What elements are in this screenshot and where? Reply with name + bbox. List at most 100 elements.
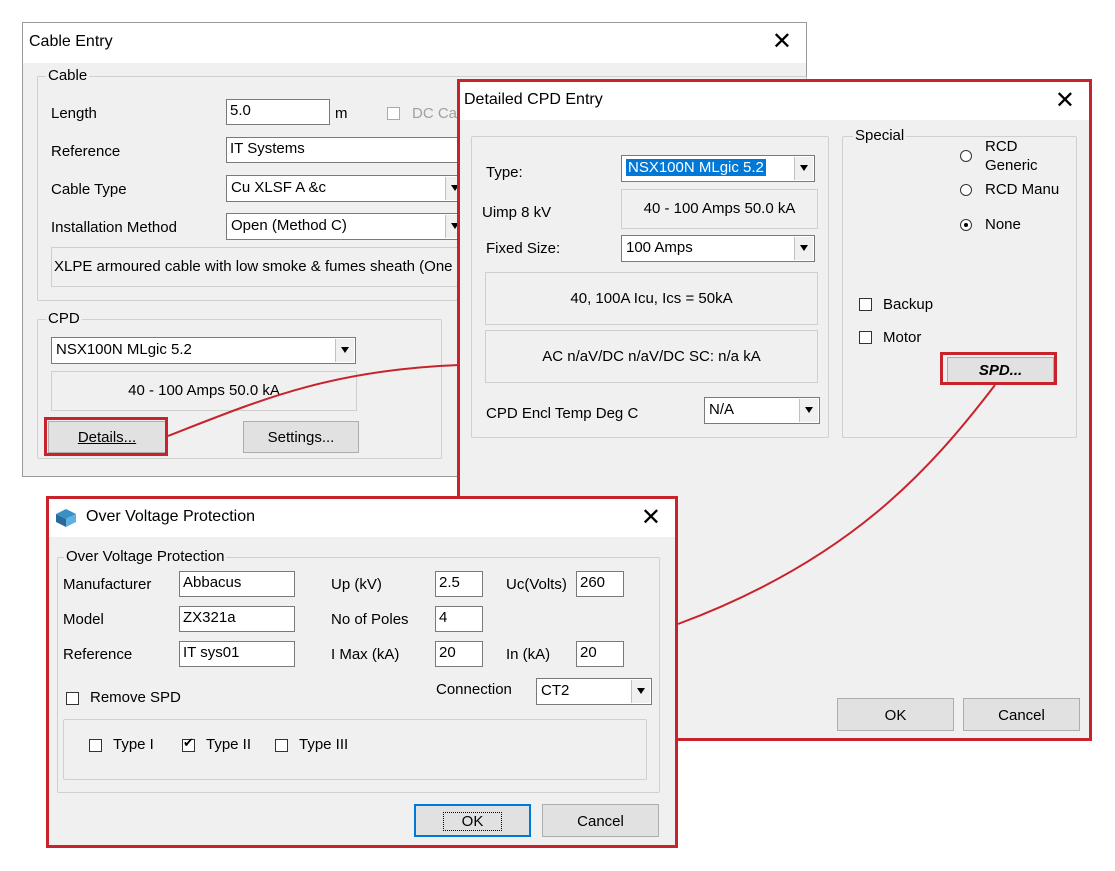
cpd-value: NSX100N MLgic 5.2	[56, 341, 192, 358]
in-input[interactable]: 20	[576, 641, 624, 667]
ok-button[interactable]: OK	[837, 698, 954, 731]
cpd-rating-panel: 40 - 100 Amps 50.0 kA	[51, 371, 357, 411]
ovp-titlebar: Over Voltage Protection ✕	[49, 499, 675, 537]
type-1-checkbox[interactable]	[89, 739, 102, 752]
detailed-cpd-title: Detailed CPD Entry	[464, 91, 603, 108]
cpd-group-label: CPD	[46, 310, 82, 327]
type-2-checkbox[interactable]	[182, 736, 195, 752]
details-highlight	[44, 417, 168, 456]
cable-type-label: Cable Type	[51, 181, 127, 198]
remove-spd-label: Remove SPD	[90, 689, 181, 706]
rcd-manu-label: RCD Manu	[985, 181, 1060, 198]
cancel-button[interactable]: Cancel	[542, 804, 659, 837]
uc-label: Uc(Volts)	[506, 576, 567, 593]
uc-input[interactable]: 260	[576, 571, 624, 597]
special-group-label: Special	[853, 127, 907, 144]
cable-group-label: Cable	[46, 67, 90, 84]
dc-cable-label: DC Ca	[412, 105, 458, 122]
manufacturer-input[interactable]: Abbacus	[179, 571, 295, 597]
type-3-checkbox[interactable]	[275, 739, 288, 752]
cable-description-text: XLPE armoured cable with low smoke & fum…	[54, 258, 453, 275]
type-label: Type:	[486, 164, 523, 181]
cpd-rating-text: 40 - 100 Amps 50.0 kA	[128, 382, 280, 399]
length-input[interactable]: 5.0	[226, 99, 330, 125]
chevron-down-icon[interactable]	[794, 237, 813, 260]
up-input[interactable]: 2.5	[435, 571, 483, 597]
installation-method-select[interactable]: Open (Method C)	[226, 213, 466, 240]
app-icon	[56, 509, 76, 527]
model-input[interactable]: ZX321a	[179, 606, 295, 632]
length-label: Length	[51, 105, 97, 122]
reference-input[interactable]: IT sys01	[179, 641, 295, 667]
connection-value: CT2	[541, 682, 570, 699]
type-2-label: Type II	[206, 736, 252, 753]
poles-input[interactable]: 4	[435, 606, 483, 632]
ovp-group-label: Over Voltage Protection	[64, 548, 227, 565]
encl-temp-value: N/A	[709, 401, 735, 418]
cable-entry-title: Cable Entry	[29, 33, 113, 50]
poles-label: No of Poles	[331, 611, 409, 628]
cpd-select[interactable]: NSX100N MLgic 5.2	[51, 337, 356, 364]
uimp-label: Uimp 8 kV	[482, 204, 552, 221]
length-unit: m	[335, 105, 348, 122]
rcd-manu-radio[interactable]	[960, 184, 972, 196]
manufacturer-label: Manufacturer	[63, 576, 152, 593]
dc-cable-checkbox[interactable]	[387, 107, 400, 120]
spd-highlight	[940, 352, 1057, 385]
connection-select[interactable]: CT2	[536, 678, 652, 705]
detailed-cpd-titlebar: Detailed CPD Entry ✕	[460, 82, 1089, 120]
imax-label: I Max (kA)	[331, 646, 400, 663]
type-1-label: Type I	[113, 736, 154, 753]
reference-label: Reference	[63, 646, 133, 663]
fixed-size-select[interactable]: 100 Amps	[621, 235, 815, 262]
backup-label: Backup	[883, 296, 934, 313]
close-icon[interactable]: ✕	[641, 505, 661, 529]
motor-checkbox[interactable]	[859, 331, 872, 344]
backup-checkbox[interactable]	[859, 298, 872, 311]
fixed-size-value: 100 Amps	[626, 239, 693, 256]
cable-description: XLPE armoured cable with low smoke & fum…	[51, 247, 471, 287]
ac-text: AC n/aV/DC n/aV/DC SC: n/a kA	[542, 348, 761, 365]
cable-type-select[interactable]: Cu XLSF A &c	[226, 175, 466, 202]
cpd-rating-panel: 40 - 100 Amps 50.0 kA	[621, 189, 818, 229]
cancel-button-label: Cancel	[577, 813, 624, 830]
chevron-down-icon[interactable]	[631, 680, 650, 703]
cancel-button-label: Cancel	[998, 707, 1045, 724]
icu-text: 40, 100A Icu, Ics = 50kA	[570, 290, 733, 307]
icu-panel: 40, 100A Icu, Ics = 50kA	[485, 272, 818, 325]
remove-spd-checkbox[interactable]	[66, 692, 79, 705]
chevron-down-icon[interactable]	[794, 157, 813, 180]
ac-panel: AC n/aV/DC n/aV/DC SC: n/a kA	[485, 330, 818, 383]
imax-input[interactable]: 20	[435, 641, 483, 667]
type-3-label: Type III	[299, 736, 349, 753]
rcd-generic-label: RCD Generic	[985, 138, 1038, 174]
connection-label: Connection	[436, 681, 512, 698]
motor-label: Motor	[883, 329, 922, 346]
ovp-title: Over Voltage Protection	[86, 508, 255, 525]
fixed-size-label: Fixed Size:	[486, 240, 561, 257]
reference-input[interactable]: IT Systems	[226, 137, 466, 163]
cable-type-value: Cu XLSF A &c	[231, 179, 327, 196]
installation-method-value: Open (Method C)	[231, 217, 347, 234]
close-icon[interactable]: ✕	[772, 29, 792, 53]
none-radio[interactable]	[960, 219, 972, 231]
ok-button-label: OK	[884, 707, 907, 724]
cable-entry-titlebar: Cable Entry ✕	[23, 23, 806, 63]
ovp-dialog: Over Voltage Protection ✕ Over Voltage P…	[46, 496, 678, 848]
encl-temp-label: CPD Encl Temp Deg C	[486, 405, 639, 422]
ok-button[interactable]: OK	[414, 804, 531, 837]
close-icon[interactable]: ✕	[1055, 88, 1075, 112]
cancel-button[interactable]: Cancel	[963, 698, 1080, 731]
rcd-generic-radio[interactable]	[960, 150, 972, 162]
installation-method-label: Installation Method	[51, 219, 177, 236]
reference-label: Reference	[51, 143, 121, 160]
type-select[interactable]: NSX100N MLgic 5.2	[621, 155, 815, 182]
chevron-down-icon[interactable]	[799, 399, 818, 422]
chevron-down-icon[interactable]	[335, 339, 354, 362]
in-label: In (kA)	[506, 646, 551, 663]
cpd-rating-text: 40 - 100 Amps 50.0 kA	[643, 200, 796, 217]
settings-button[interactable]: Settings...	[243, 421, 359, 453]
up-label: Up (kV)	[331, 576, 382, 593]
encl-temp-select[interactable]: N/A	[704, 397, 820, 424]
none-label: None	[985, 216, 1021, 233]
